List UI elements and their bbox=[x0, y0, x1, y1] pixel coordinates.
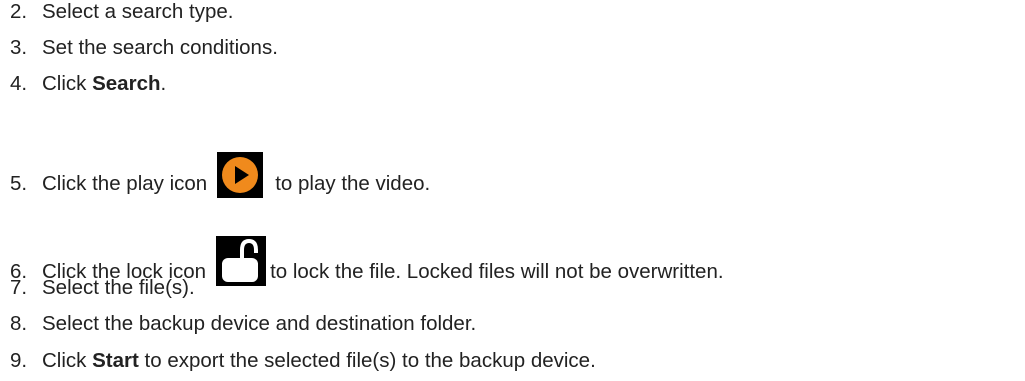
start-keyword: Start bbox=[92, 349, 139, 372]
play-icon bbox=[217, 152, 264, 198]
step-text: Click bbox=[42, 72, 93, 95]
step-number: 5. bbox=[10, 172, 28, 195]
step-text: Click the play icon bbox=[42, 172, 208, 195]
step-text: Select a search type. bbox=[42, 0, 234, 23]
step-text-end: to lock the file. Locked files will not … bbox=[270, 260, 724, 283]
step-text-end: . bbox=[160, 72, 167, 95]
step-text: Set the search conditions. bbox=[42, 36, 278, 59]
step-text-end: to export the selected file(s) to the ba… bbox=[138, 349, 596, 372]
step-text: Select the file(s). bbox=[42, 276, 195, 299]
instruction-steps: 2. Select a search type. 3. Set the sear… bbox=[0, 0, 1025, 381]
step-5: 5. Click the play icon to play the video… bbox=[10, 152, 431, 198]
step-3: 3. Set the search conditions. bbox=[10, 36, 278, 60]
step-7: 7. Select the file(s). bbox=[10, 276, 195, 300]
step-4: 4. Click Search. bbox=[10, 72, 166, 96]
step-number: 7. bbox=[10, 276, 28, 299]
step-9: 9. Click Start to export the selected fi… bbox=[10, 349, 596, 373]
step-number: 2. bbox=[10, 0, 28, 23]
search-keyword: Search bbox=[92, 72, 161, 95]
step-8: 8. Select the backup device and destinat… bbox=[10, 312, 476, 336]
step-number: 8. bbox=[10, 312, 28, 335]
step-2: 2. Select a search type. bbox=[10, 0, 233, 24]
step-text: Click bbox=[42, 349, 93, 372]
step-number: 3. bbox=[10, 36, 28, 59]
unlock-icon bbox=[216, 236, 267, 286]
step-text: Select the backup device and destination… bbox=[42, 312, 477, 335]
step-text-end: to play the video. bbox=[275, 172, 431, 195]
step-number: 9. bbox=[10, 349, 28, 372]
step-number: 4. bbox=[10, 72, 28, 95]
